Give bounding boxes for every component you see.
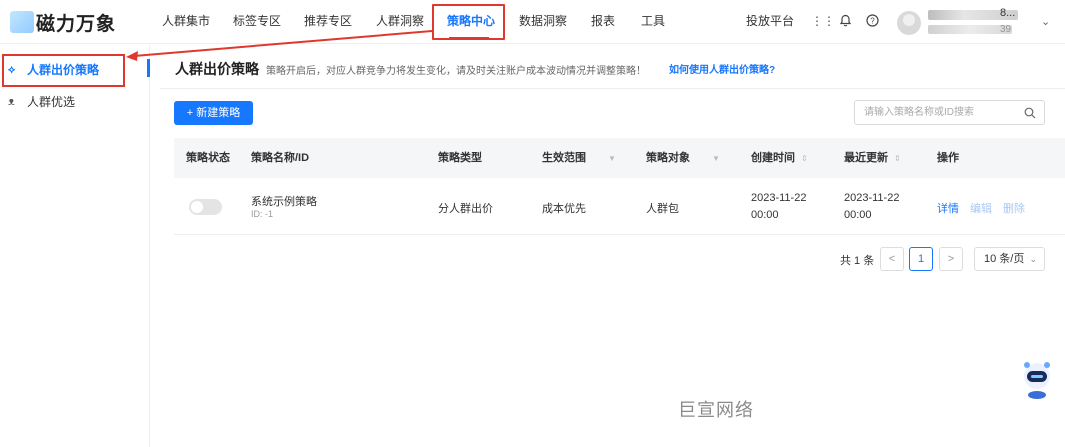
prev-page-button[interactable]: < xyxy=(880,247,904,271)
search-input[interactable]: 请输入策略名称或ID搜索 xyxy=(854,100,1045,125)
top-navbar: 磁力万象 人群集市 标签专区 推荐专区 人群洞察 策略中心 数据洞察 报表 工具… xyxy=(0,0,1065,44)
sort-icon[interactable]: ⇕ xyxy=(801,154,808,163)
col-name: 策略名称/ID xyxy=(251,152,310,164)
strategy-type: 分人群出价 xyxy=(438,203,493,215)
strategy-scope: 成本优先 xyxy=(542,203,586,215)
col-actions: 操作 xyxy=(937,152,959,164)
chevron-down-icon: ⌄ xyxy=(1029,254,1037,264)
next-page-button[interactable]: > xyxy=(939,247,963,271)
filter-icon[interactable]: ▼ xyxy=(712,154,720,163)
page-title: 人群出价策略 xyxy=(175,61,259,77)
col-updated-label: 最近更新 xyxy=(844,152,888,164)
delete-link[interactable]: 删除 xyxy=(1003,200,1025,216)
strategy-target: 人群包 xyxy=(646,203,679,215)
user-name: 8... xyxy=(1000,7,1016,19)
col-created[interactable]: 创建时间 ⇕ xyxy=(751,138,808,178)
user-avatar[interactable] xyxy=(897,11,921,35)
nav-item-crowd-market[interactable]: 人群集市 xyxy=(162,0,210,44)
sidebar: ⟡ 人群出价策略 ᴥ 人群优选 xyxy=(0,45,150,447)
nav-item-crowd-insight[interactable]: 人群洞察 xyxy=(376,0,424,44)
col-type: 策略类型 xyxy=(438,152,482,164)
chevron-down-icon[interactable]: ⌄ xyxy=(1041,15,1050,28)
logo-text: 磁力万象 xyxy=(36,12,117,35)
detail-link[interactable]: 详情 xyxy=(937,200,959,216)
bell-icon[interactable] xyxy=(838,14,852,28)
created-date: 2023-11-22 xyxy=(751,192,807,204)
logo-icon xyxy=(10,11,34,33)
search-icon[interactable] xyxy=(1024,101,1036,127)
updated-time: 00:00 xyxy=(844,209,872,221)
updated-date: 2023-11-22 xyxy=(844,192,900,204)
robot-assistant-icon[interactable] xyxy=(1018,358,1056,400)
page-size-value: 10 条/页 xyxy=(984,253,1025,265)
filter-icon[interactable]: ▼ xyxy=(608,154,616,163)
strategy-name[interactable]: 系统示例策略 xyxy=(251,193,317,209)
col-target[interactable]: 策略对象 ▼ xyxy=(646,138,720,178)
nav-highlight-box xyxy=(432,4,505,40)
divider xyxy=(160,88,1065,89)
col-updated[interactable]: 最近更新 ⇕ xyxy=(844,138,901,178)
edit-link[interactable]: 编辑 xyxy=(970,200,992,216)
nav-item-tag-zone[interactable]: 标签专区 xyxy=(233,0,281,44)
new-strategy-button[interactable]: + 新建策略 xyxy=(174,101,253,125)
search-placeholder: 请输入策略名称或ID搜索 xyxy=(864,107,974,118)
created-time: 00:00 xyxy=(751,209,779,221)
col-target-label: 策略对象 xyxy=(646,152,690,164)
nav-item-recommend-zone[interactable]: 推荐专区 xyxy=(304,0,352,44)
sort-icon[interactable]: ⇕ xyxy=(894,154,901,163)
svg-text:?: ? xyxy=(870,16,875,25)
people-icon: ᴥ xyxy=(8,96,15,108)
sidebar-item-crowd-optimize[interactable]: ᴥ 人群优选 xyxy=(0,87,150,117)
pagination-total: 共 1 条 xyxy=(840,255,875,267)
sidebar-item-label: 人群优选 xyxy=(27,95,76,109)
sidebar-highlight-box xyxy=(2,54,125,87)
sidebar-active-marker xyxy=(147,59,150,77)
strategy-id: ID: -1 xyxy=(251,209,274,219)
help-icon[interactable]: ? xyxy=(865,14,879,28)
grid-icon[interactable]: ⋮⋮ xyxy=(811,14,835,28)
page-1-button[interactable]: 1 xyxy=(909,247,933,271)
logo[interactable]: 磁力万象 xyxy=(10,10,117,35)
col-scope-label: 生效范围 xyxy=(542,152,586,164)
page-size-select[interactable]: 10 条/页 ⌄ xyxy=(974,247,1045,271)
status-toggle[interactable] xyxy=(189,199,222,215)
table-header: 策略状态 策略名称/ID 策略类型 生效范围 ▼ 策略对象 ▼ 创建时间 ⇕ 最近更新… xyxy=(174,138,1065,178)
table-row: 系统示例策略 ID: -1 分人群出价 成本优先 人群包 2023-11-22 … xyxy=(174,178,1065,235)
col-scope[interactable]: 生效范围 ▼ xyxy=(542,138,616,178)
col-created-label: 创建时间 xyxy=(751,152,795,164)
nav-item-tools[interactable]: 工具 xyxy=(641,0,665,44)
nav-item-reports[interactable]: 报表 xyxy=(591,0,615,44)
col-status: 策略状态 xyxy=(186,152,230,164)
ad-platform-link[interactable]: 投放平台 xyxy=(746,0,794,44)
page-description: 策略开启后，对应人群竞争力将发生变化，请及时关注账户成本波动情况并调整策略！ xyxy=(266,66,646,77)
help-link[interactable]: 如何使用人群出价策略? xyxy=(669,61,775,76)
nav-item-data-insight[interactable]: 数据洞察 xyxy=(519,0,567,44)
user-sub: 39 xyxy=(1000,24,1012,35)
watermark-text: 巨宣网络 xyxy=(678,400,754,420)
